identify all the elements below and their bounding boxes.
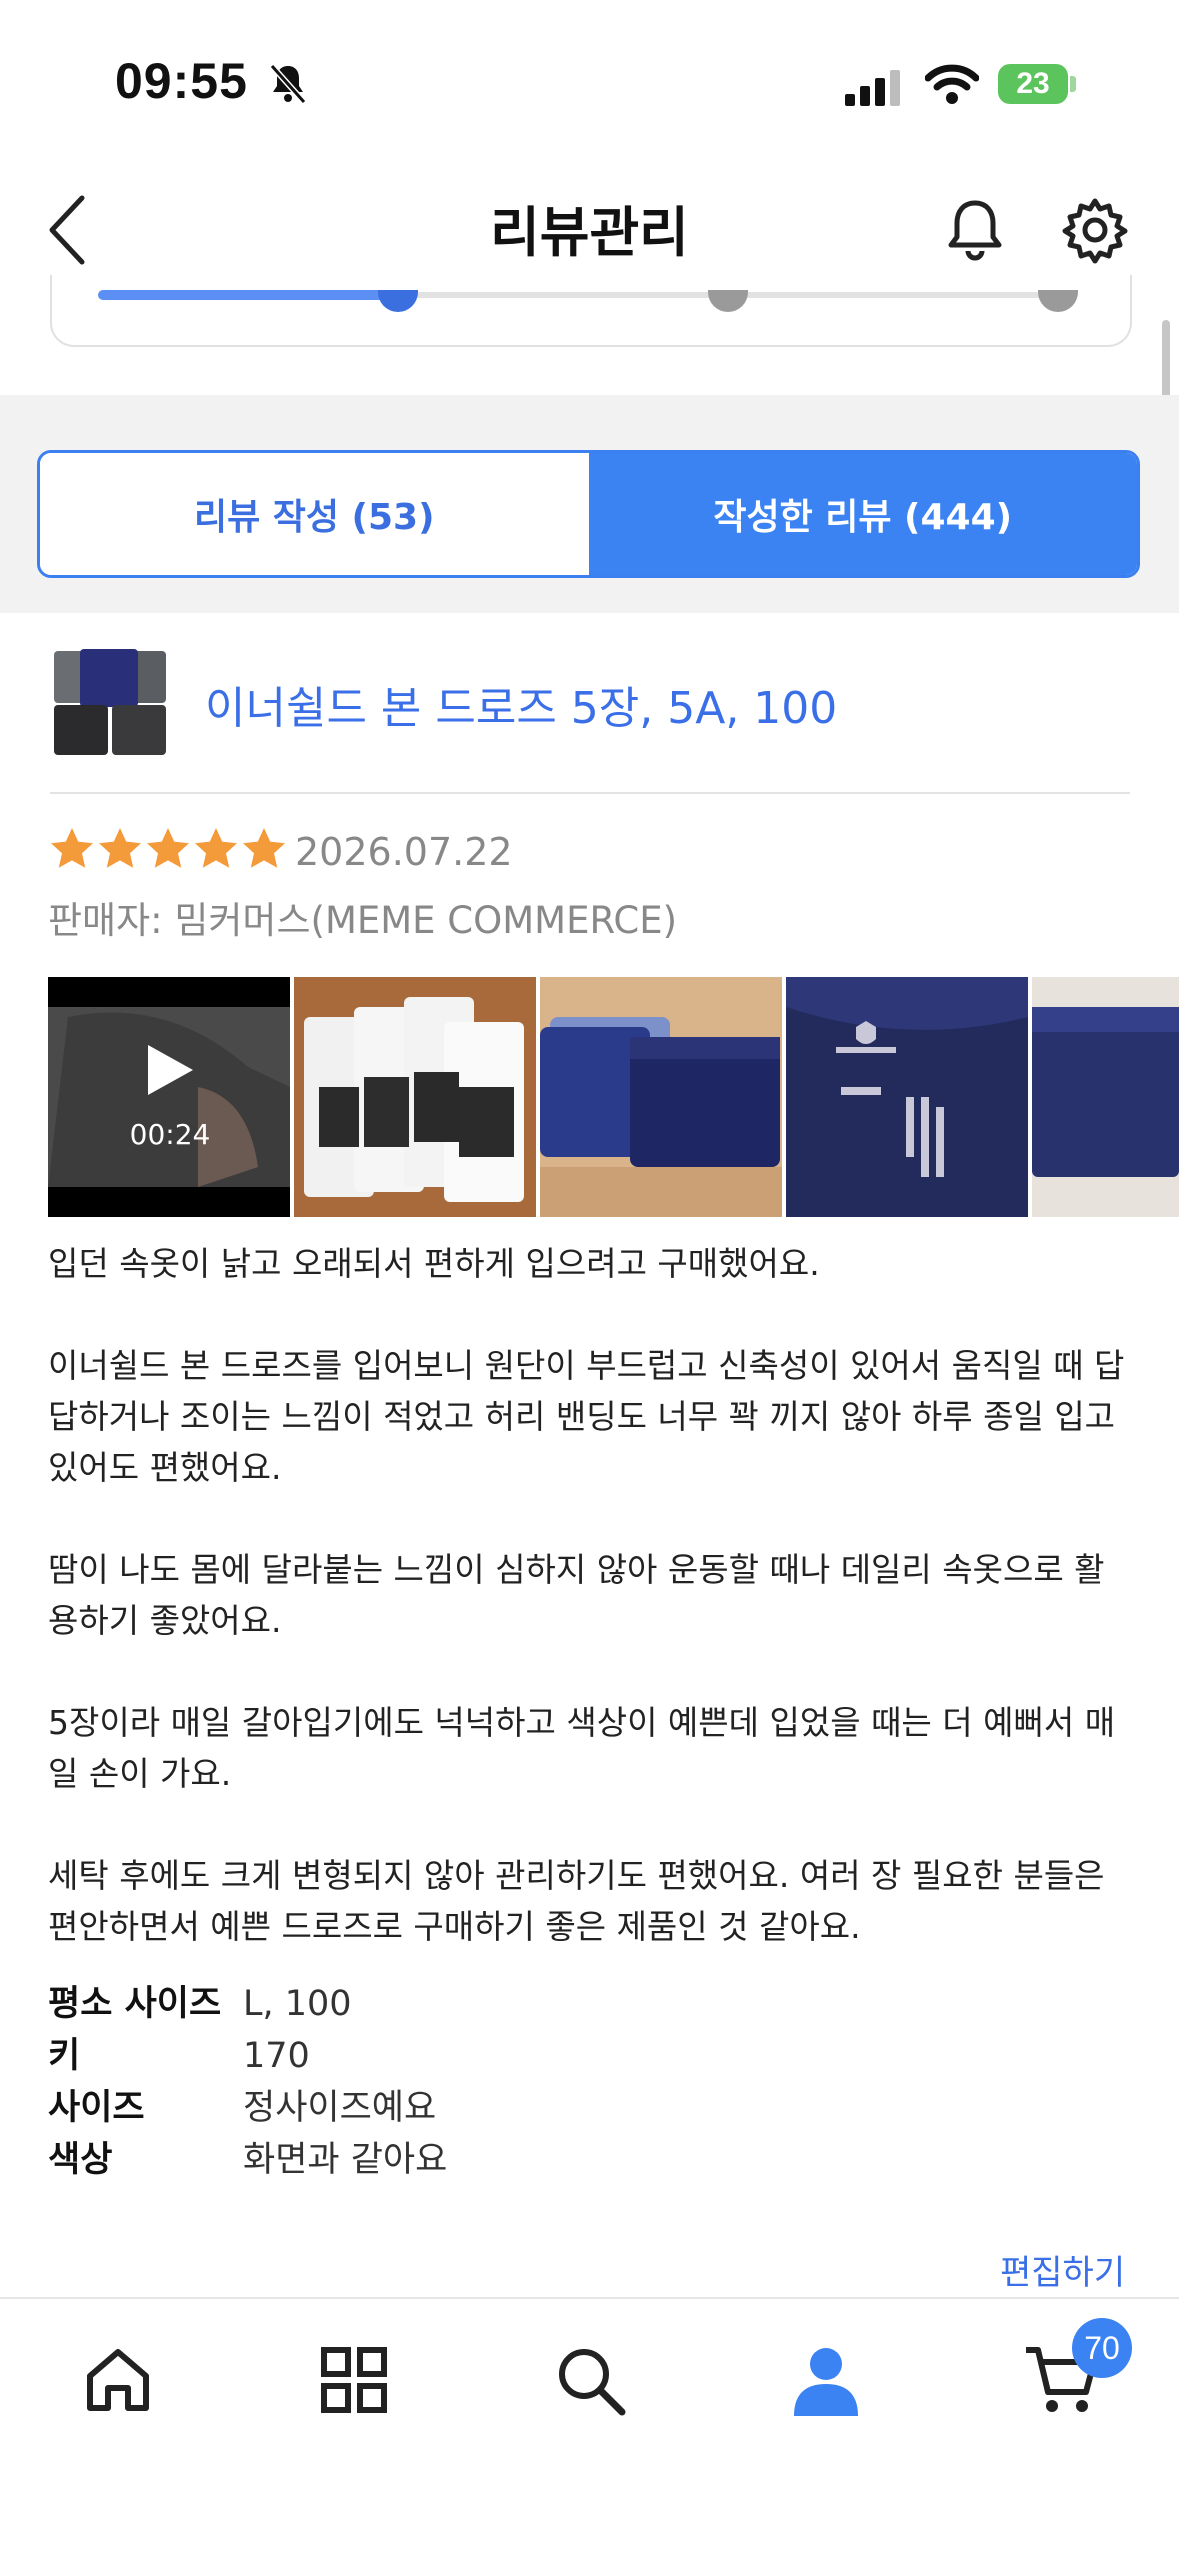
- star-icon: [195, 828, 237, 868]
- review-paragraph: 땀이 나도 몸에 달라붙는 느낌이 심하지 않아 운동할 때나 데일리 속옷으로…: [48, 1550, 1105, 1640]
- tab-written-reviews[interactable]: 작성한 리뷰 (444): [588, 453, 1137, 575]
- review-paragraph: 입던 속옷이 낡고 오래되서 편하게 입으려고 구매했어요.: [48, 1244, 820, 1283]
- cart-count-badge: 70: [1072, 2318, 1132, 2378]
- attribute-value: L, 100: [243, 1984, 352, 2024]
- star-icon: [147, 828, 189, 868]
- attribute-label: 사이즈: [48, 2088, 145, 2128]
- review-photo[interactable]: [540, 977, 782, 1217]
- tab-write-review[interactable]: 리뷰 작성 (53): [40, 453, 589, 575]
- profile-icon[interactable]: [786, 2340, 866, 2420]
- star-icon: [243, 828, 285, 868]
- wifi-icon: [925, 64, 979, 104]
- attribute-value: 170: [243, 2036, 310, 2076]
- review-paragraph: 이너쉴드 본 드로즈를 입어보니 원단이 부드럽고 신축성이 있어서 움직일 때…: [48, 1346, 1125, 1487]
- review-photo[interactable]: [786, 977, 1028, 1217]
- home-icon[interactable]: [78, 2340, 158, 2420]
- battery-indicator: 23: [998, 64, 1068, 104]
- product-thumbnail[interactable]: [50, 645, 170, 760]
- review-paragraph: 5장이라 매일 갈아입기에도 넉넉하고 색상이 예쁜데 입었을 때는 더 예뻐서…: [48, 1703, 1116, 1793]
- battery-cap: [1070, 76, 1076, 92]
- attribute-row: 키 170: [48, 2030, 447, 2082]
- category-grid-icon[interactable]: [314, 2340, 394, 2420]
- rating-stars: [51, 828, 285, 868]
- seller-name: 판매자: 밈커머스(MEME COMMERCE): [48, 899, 678, 942]
- review-progress-card: [50, 275, 1132, 347]
- attribute-value: 정사이즈예요: [243, 2088, 437, 2128]
- attribute-row: 평소 사이즈 L, 100: [48, 1978, 447, 2030]
- bell-muted-icon: [269, 64, 307, 104]
- progress-fill: [98, 290, 408, 300]
- status-time: 09:55: [115, 53, 248, 109]
- review-photo[interactable]: [294, 977, 536, 1217]
- attribute-value: 화면과 같아요: [243, 2140, 448, 2180]
- review-date: 2026.07.22: [295, 830, 513, 874]
- video-duration: 00:24: [129, 1118, 211, 1151]
- review-attributes: 평소 사이즈 L, 100 키 170 사이즈 정사이즈예요 색상 화면과 같아…: [48, 1978, 447, 2186]
- attribute-label: 키: [48, 2036, 81, 2076]
- notification-bell-icon[interactable]: [940, 195, 1010, 265]
- review-video-thumbnail[interactable]: [48, 977, 290, 1217]
- review-tabs: 리뷰 작성 (53) 작성한 리뷰 (444): [37, 450, 1140, 578]
- settings-gear-icon[interactable]: [1060, 195, 1130, 265]
- attribute-label: 색상: [48, 2140, 113, 2180]
- cellular-signal-icon: [845, 70, 900, 106]
- review-photo[interactable]: [1032, 977, 1179, 1217]
- product-name-link[interactable]: 이너쉴드 본 드로즈 5장, 5A, 100: [205, 672, 837, 736]
- review-paragraph: 세탁 후에도 크게 변형되지 않아 관리하기도 편했어요. 여러 장 필요한 분…: [48, 1856, 1105, 1946]
- divider: [50, 792, 1130, 794]
- edit-review-link[interactable]: 편집하기: [1000, 2245, 1125, 2294]
- star-icon: [51, 828, 93, 868]
- attribute-label: 평소 사이즈: [48, 1984, 222, 2024]
- attribute-row: 색상 화면과 같아요: [48, 2134, 447, 2186]
- attribute-row: 사이즈 정사이즈예요: [48, 2082, 447, 2134]
- bottom-navigation: [0, 2297, 1179, 2558]
- search-icon[interactable]: [550, 2340, 630, 2420]
- review-text: 입던 속옷이 낡고 오래되서 편하게 입으려고 구매했어요. 이너쉴드 본 드로…: [48, 1238, 1133, 2003]
- star-icon: [99, 828, 141, 868]
